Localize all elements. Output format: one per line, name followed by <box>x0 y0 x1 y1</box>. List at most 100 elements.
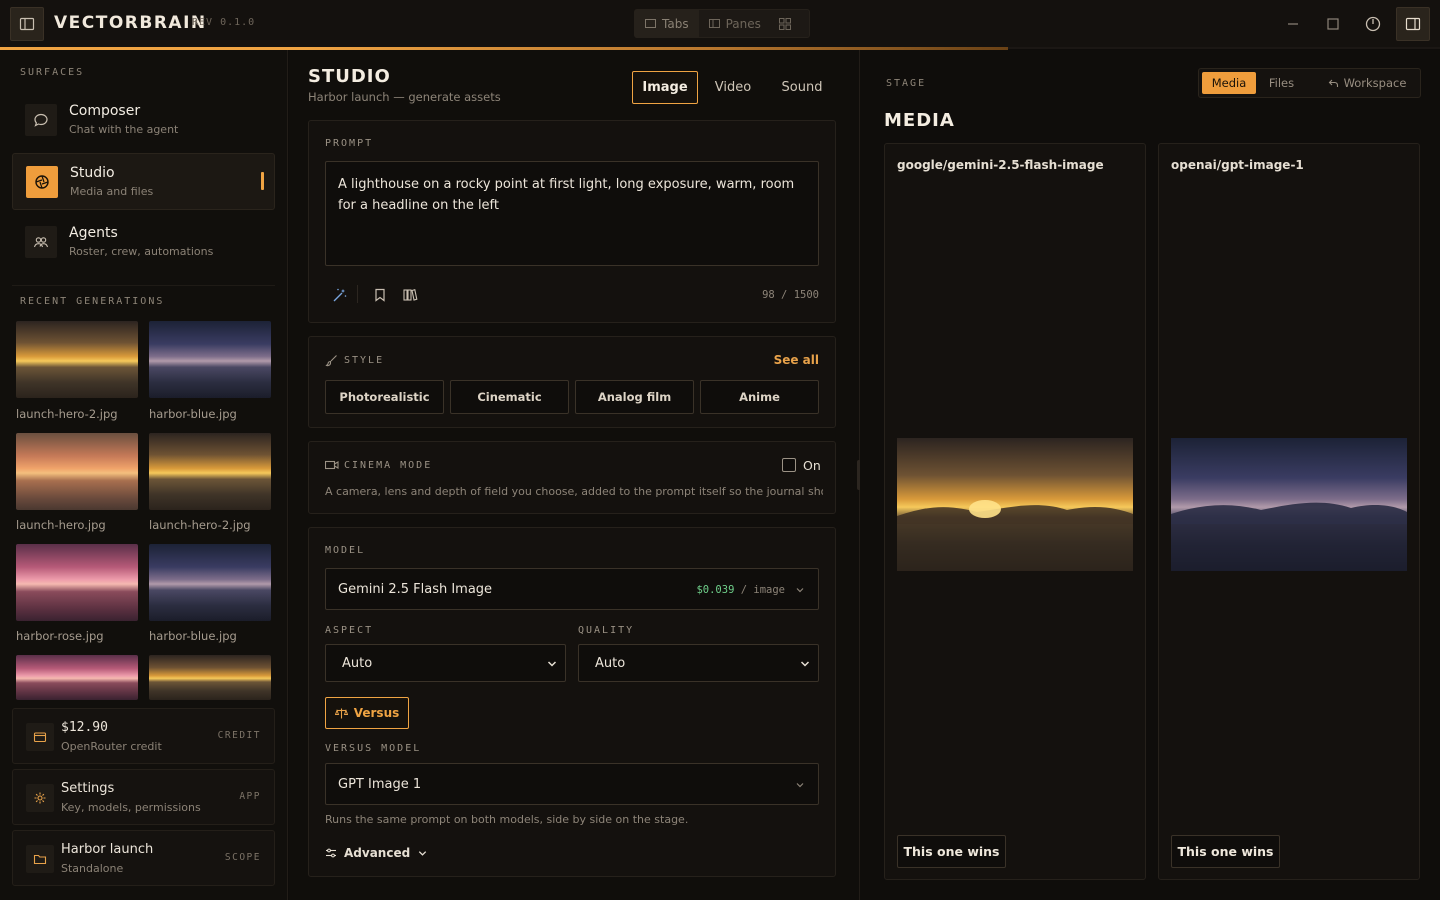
folder-icon-box <box>26 845 54 873</box>
recent-thumb[interactable] <box>149 655 271 700</box>
magic-wand-icon[interactable] <box>332 287 348 303</box>
model-card: MODEL Gemini 2.5 Flash Image $0.039 / im… <box>308 527 836 877</box>
prompt-textarea[interactable]: A lighthouse on a rocky point at first l… <box>325 161 819 266</box>
advanced-label: Advanced <box>344 846 411 860</box>
versus-note: Runs the same prompt on both models, sid… <box>325 813 689 826</box>
cinema-mode-toggle-label: On <box>803 458 821 473</box>
folder-icon <box>33 854 47 865</box>
landscape-silhouette <box>1171 502 1407 571</box>
recent-thumb-name: harbor-rose.jpg <box>16 629 104 643</box>
model-select-value: Gemini 2.5 Flash Image <box>338 582 493 597</box>
model-price-amount: $0.039 <box>696 584 735 596</box>
recent-thumb[interactable] <box>16 655 138 700</box>
settings-icon-box <box>26 784 54 812</box>
sidebar: SURFACES Composer Chat with the agent St… <box>0 50 288 900</box>
generated-image[interactable] <box>897 438 1133 571</box>
chat-bubble-icon <box>34 113 48 127</box>
minimize-button[interactable] <box>1283 14 1303 34</box>
stage-files-tab[interactable]: Files <box>1259 72 1304 94</box>
generated-image[interactable] <box>1171 438 1407 571</box>
pick-winner-button[interactable]: This one wins <box>1171 835 1280 868</box>
settings-subtitle: Key, models, permissions <box>61 801 201 814</box>
model-price-unit: image <box>753 584 785 596</box>
sidebar-item-studio[interactable]: Studio Media and files <box>12 153 275 210</box>
scope-tag: SCOPE <box>224 852 261 863</box>
landscape-silhouette <box>897 500 1133 571</box>
credit-card[interactable]: $12.90 OpenRouter credit CREDIT <box>12 708 275 764</box>
view-grid-button[interactable] <box>771 10 799 37</box>
tab-sound[interactable]: Sound <box>772 71 832 104</box>
model-select[interactable]: Gemini 2.5 Flash Image $0.039 / image <box>325 568 819 610</box>
scope-card[interactable]: Harbor launch Standalone SCOPE <box>12 830 275 886</box>
view-panes-button[interactable]: Panes <box>699 10 771 37</box>
style-cinematic-button[interactable]: Cinematic <box>450 380 569 414</box>
sidebar-item-agents[interactable]: Agents Roster, crew, automations <box>12 214 275 271</box>
aspect-select[interactable]: Auto <box>325 644 566 682</box>
settings-tag: APP <box>239 791 261 802</box>
surfaces-heading: SURFACES <box>20 67 85 78</box>
style-label: STYLE <box>344 355 385 366</box>
app-brand: VECTORBRAIN <box>54 13 207 33</box>
view-tabs-button[interactable]: Tabs <box>635 10 699 37</box>
aperture-icon <box>35 175 49 189</box>
advanced-toggle[interactable]: Advanced <box>325 846 428 860</box>
power-icon <box>1365 16 1381 32</box>
cinema-mode-checkbox[interactable] <box>782 458 796 472</box>
maximize-icon <box>1327 18 1339 30</box>
style-card: STYLE See all Photorealistic Cinematic A… <box>308 336 836 428</box>
bookmark-icon[interactable] <box>372 287 388 303</box>
recent-thumb-name: harbor-blue.jpg <box>149 629 237 643</box>
sidebar-right-icon <box>1405 17 1421 31</box>
tab-image[interactable]: Image <box>632 71 698 104</box>
recent-thumb[interactable] <box>16 433 138 510</box>
media-model-name: openai/gpt-image-1 <box>1171 158 1304 172</box>
users-icon <box>33 237 49 248</box>
right-panel-toggle-button[interactable] <box>1396 7 1430 41</box>
media-card-right: openai/gpt-image-1 This one wins <box>1158 143 1420 880</box>
stage-workspace-button[interactable]: Workspace <box>1317 72 1417 94</box>
stage-view-switch: Media Files Workspace <box>1198 68 1421 98</box>
settings-title: Settings <box>61 781 115 796</box>
library-icon[interactable] <box>402 287 418 303</box>
recent-thumb[interactable] <box>16 544 138 621</box>
stage-media-tab[interactable]: Media <box>1202 72 1256 94</box>
recent-thumb[interactable] <box>149 544 271 621</box>
toolbar-divider <box>357 285 358 303</box>
maximize-button[interactable] <box>1323 14 1343 34</box>
sidebar-item-subtitle: Roster, crew, automations <box>69 245 214 258</box>
aspect-label: ASPECT <box>325 625 374 636</box>
versus-model-select[interactable]: GPT Image 1 <box>325 763 819 805</box>
character-max: 1500 <box>793 289 819 301</box>
wallet-icon <box>33 732 47 743</box>
style-anime-button[interactable]: Anime <box>700 380 819 414</box>
sidebar-item-composer[interactable]: Composer Chat with the agent <box>12 92 275 149</box>
pick-winner-button[interactable]: This one wins <box>897 835 1006 868</box>
recent-thumb[interactable] <box>149 433 271 510</box>
cinema-mode-label: CINEMA MODE <box>344 460 433 471</box>
scope-title: Harbor launch <box>61 842 154 857</box>
sidebar-item-subtitle: Media and files <box>70 185 154 198</box>
sidebar-item-title: Composer <box>69 103 141 119</box>
counter-separator: / <box>781 289 794 301</box>
see-all-link[interactable]: See all <box>774 353 819 367</box>
quality-select[interactable]: Auto <box>578 644 819 682</box>
active-indicator <box>261 172 264 190</box>
chevron-down-icon <box>796 783 804 788</box>
tab-video[interactable]: Video <box>707 71 759 104</box>
model-price: $0.039 / image <box>696 584 785 596</box>
grid-icon <box>778 17 791 30</box>
recent-thumb[interactable] <box>149 321 271 398</box>
recent-thumb[interactable] <box>16 321 138 398</box>
recent-thumb-name: harbor-blue.jpg <box>149 407 237 421</box>
recent-thumb-name: launch-hero.jpg <box>16 518 106 532</box>
progress-track <box>0 47 1440 50</box>
settings-card[interactable]: Settings Key, models, permissions APP <box>12 769 275 825</box>
sidebar-toggle-button[interactable] <box>10 7 44 41</box>
stage-label: STAGE <box>886 78 927 89</box>
versus-button[interactable]: Versus <box>325 697 409 729</box>
power-button[interactable] <box>1363 14 1383 34</box>
sidebar-item-title: Studio <box>70 165 115 181</box>
style-analog-film-button[interactable]: Analog film <box>575 380 694 414</box>
versus-model-label: VERSUS MODEL <box>325 743 422 754</box>
style-photorealistic-button[interactable]: Photorealistic <box>325 380 444 414</box>
